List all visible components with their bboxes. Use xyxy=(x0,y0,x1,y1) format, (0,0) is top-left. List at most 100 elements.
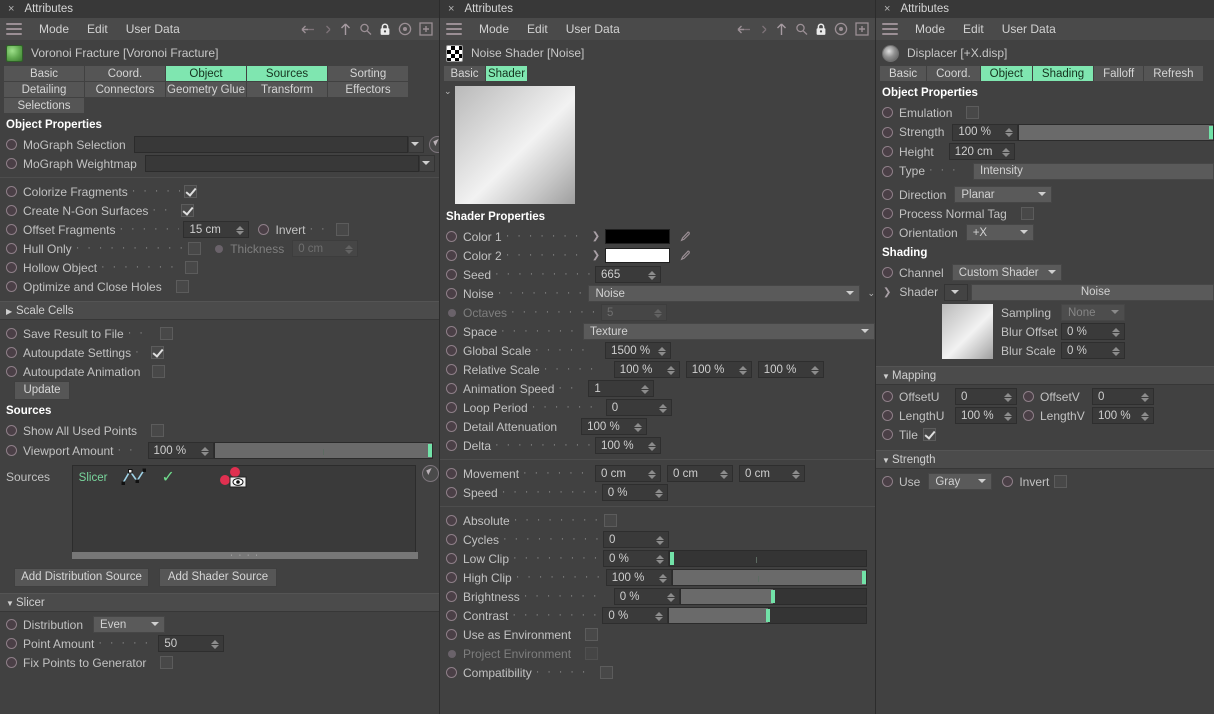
direction-dropdown[interactable]: Planar xyxy=(954,186,1053,203)
animate-dot-icon[interactable] xyxy=(882,208,893,219)
tab-sorting[interactable]: Sorting xyxy=(328,66,409,82)
animate-dot-icon[interactable] xyxy=(446,440,457,451)
menu-edit[interactable]: Edit xyxy=(954,18,993,40)
menu-mode[interactable]: Mode xyxy=(470,18,518,40)
update-button[interactable]: Update xyxy=(14,381,70,400)
movement-y-input[interactable]: 0 cm xyxy=(667,465,734,482)
add-shader-source-button[interactable]: Add Shader Source xyxy=(159,568,277,587)
animate-dot-icon[interactable] xyxy=(6,638,17,649)
stepper-icon[interactable] xyxy=(666,363,676,377)
stepper-icon[interactable] xyxy=(1141,390,1150,404)
invert-strength-checkbox[interactable] xyxy=(1054,475,1068,488)
stepper-icon[interactable] xyxy=(634,420,643,434)
tab-basic[interactable]: Basic xyxy=(880,66,928,82)
sources-listbox[interactable]: Slicer ✓ xyxy=(71,465,416,553)
animate-dot-icon[interactable] xyxy=(446,345,457,356)
movement-z-input[interactable]: 0 cm xyxy=(739,465,806,482)
autoupdate-settings-checkbox[interactable] xyxy=(151,346,165,359)
close-icon[interactable]: × xyxy=(884,3,890,15)
stepper-icon[interactable] xyxy=(1004,409,1013,423)
shader-thumbnail[interactable] xyxy=(942,304,993,359)
lock-icon[interactable] xyxy=(815,23,827,36)
add-icon[interactable] xyxy=(855,22,869,36)
animate-dot-icon[interactable] xyxy=(446,364,457,375)
stepper-icon[interactable] xyxy=(658,571,668,585)
delta-input[interactable]: 100 % xyxy=(595,437,662,454)
stepper-icon[interactable] xyxy=(1001,145,1011,159)
animate-dot-icon[interactable] xyxy=(6,347,17,358)
stepper-icon[interactable] xyxy=(648,467,657,481)
menu-user-data[interactable]: User Data xyxy=(117,18,189,40)
animate-dot-icon[interactable] xyxy=(446,326,457,337)
tab-object[interactable]: Object xyxy=(166,66,247,82)
chevron-right-icon[interactable]: ❯ xyxy=(592,250,600,261)
point-amount-input[interactable]: 50 xyxy=(158,635,225,652)
tab-selections[interactable]: Selections xyxy=(4,98,85,114)
use-as-environment-checkbox[interactable] xyxy=(585,628,599,641)
animate-dot-icon[interactable] xyxy=(882,410,893,421)
relative-scale-y-input[interactable]: 100 % xyxy=(685,361,752,378)
menu-mode[interactable]: Mode xyxy=(30,18,78,40)
animate-dot-icon[interactable] xyxy=(882,429,893,440)
hollow-object-checkbox[interactable] xyxy=(185,261,199,274)
stepper-icon[interactable] xyxy=(810,363,820,377)
animate-dot-icon[interactable] xyxy=(6,243,17,254)
tab-shading[interactable]: Shading xyxy=(1032,66,1095,82)
stepper-icon[interactable] xyxy=(648,268,657,282)
noise-dropdown[interactable]: Noise xyxy=(588,285,861,302)
animate-dot-icon[interactable] xyxy=(446,383,457,394)
animate-dot-icon[interactable] xyxy=(882,391,893,402)
add-distribution-source-button[interactable]: Add Distribution Source xyxy=(14,568,149,587)
stepper-icon[interactable] xyxy=(1004,390,1013,404)
offset-v-input[interactable]: 0 xyxy=(1092,388,1154,405)
strength-input[interactable]: 100 % xyxy=(952,123,1019,141)
save-result-checkbox[interactable] xyxy=(159,327,173,340)
animate-dot-icon[interactable] xyxy=(1002,476,1014,487)
stepper-icon[interactable] xyxy=(211,637,220,651)
spline-icon[interactable] xyxy=(121,467,147,490)
tab-detailing[interactable]: Detailing xyxy=(4,82,85,98)
list-item[interactable]: Slicer ✓ xyxy=(73,466,415,490)
animate-dot-icon[interactable] xyxy=(446,421,457,432)
high-clip-input[interactable]: 100 % xyxy=(605,569,672,586)
tab-basic[interactable]: Basic xyxy=(4,66,85,82)
animate-dot-icon[interactable] xyxy=(446,553,457,564)
stepper-icon[interactable] xyxy=(654,486,664,500)
channel-dropdown[interactable]: Custom Shader xyxy=(951,264,1062,281)
animate-dot-icon[interactable] xyxy=(6,224,17,235)
animate-dot-icon[interactable] xyxy=(6,158,17,169)
animate-dot-icon[interactable] xyxy=(6,425,17,436)
stepper-icon[interactable] xyxy=(1112,325,1121,339)
forward-arrow-icon[interactable] xyxy=(759,23,768,36)
chevron-right-icon[interactable]: ❯ xyxy=(592,231,600,242)
color1-swatch[interactable] xyxy=(605,229,671,244)
viewport-amount-input[interactable]: 100 % xyxy=(147,442,214,459)
animate-dot-icon[interactable] xyxy=(6,262,17,273)
target-icon[interactable] xyxy=(834,22,848,36)
animate-dot-icon[interactable] xyxy=(446,534,457,545)
length-v-input[interactable]: 100 % xyxy=(1092,407,1154,424)
animate-dot-icon[interactable] xyxy=(446,572,457,583)
back-arrow-icon[interactable] xyxy=(300,23,316,36)
animate-dot-icon[interactable] xyxy=(6,619,17,630)
close-icon[interactable]: × xyxy=(448,3,454,15)
chevron-down-icon[interactable]: ⌄ xyxy=(867,288,875,299)
animate-dot-icon[interactable] xyxy=(446,402,457,413)
animate-dot-icon[interactable] xyxy=(882,146,893,157)
lock-icon[interactable] xyxy=(379,23,391,36)
stepper-icon[interactable] xyxy=(1112,344,1121,358)
space-dropdown[interactable]: Texture xyxy=(583,323,875,340)
tab-refresh[interactable]: Refresh xyxy=(1144,66,1204,82)
add-icon[interactable] xyxy=(419,22,433,36)
show-all-used-points-checkbox[interactable] xyxy=(151,424,165,437)
animate-dot-icon[interactable] xyxy=(6,657,17,668)
tab-geometry-glue[interactable]: Geometry Glue xyxy=(166,82,247,98)
close-icon[interactable]: × xyxy=(8,3,14,15)
animate-dot-icon[interactable] xyxy=(446,468,457,479)
length-u-input[interactable]: 100 % xyxy=(955,407,1017,424)
animate-dot-icon[interactable] xyxy=(882,126,893,138)
invert-checkbox[interactable] xyxy=(335,223,349,236)
orientation-dropdown[interactable]: +X xyxy=(965,224,1034,241)
animate-dot-icon[interactable] xyxy=(446,487,457,498)
animate-dot-icon[interactable] xyxy=(6,139,17,150)
